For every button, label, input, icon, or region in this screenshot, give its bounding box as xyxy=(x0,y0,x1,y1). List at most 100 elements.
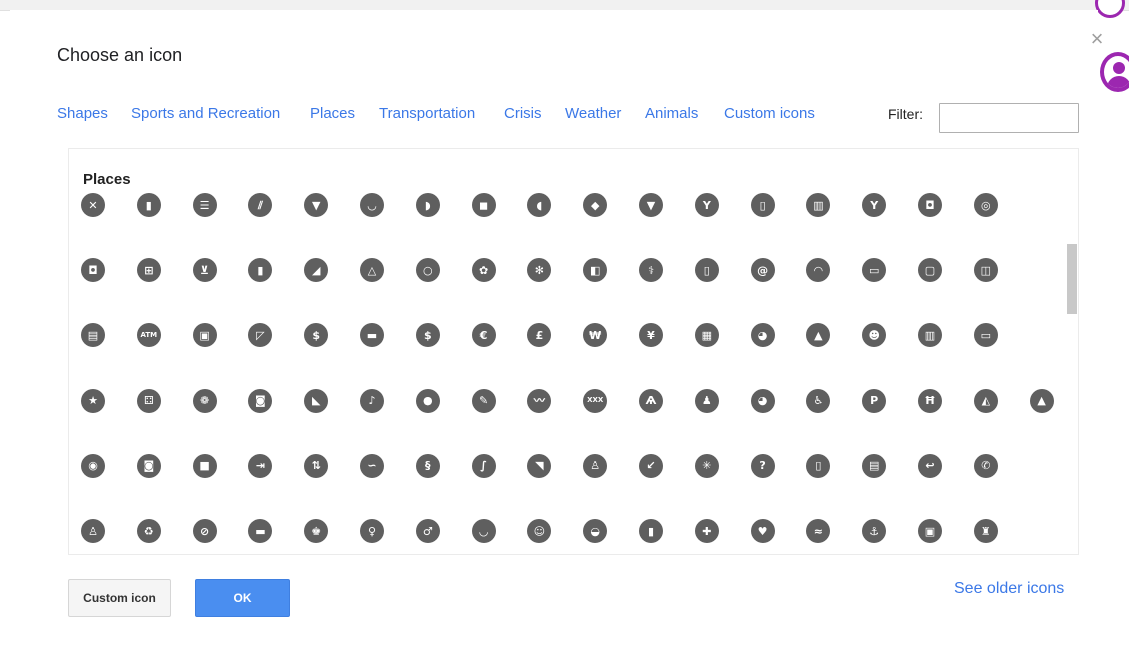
won-icon[interactable]: ₩ xyxy=(583,323,608,348)
tab-crisis[interactable]: Crisis xyxy=(504,105,542,122)
book-icon[interactable]: ◫ xyxy=(973,258,998,283)
user-avatar-icon[interactable] xyxy=(1100,52,1129,92)
parking-icon[interactable]: P xyxy=(862,388,887,413)
statue-icon[interactable]: ♟ xyxy=(694,388,719,413)
flower-icon[interactable]: ✿ xyxy=(471,258,496,283)
calendar-icon[interactable]: ▦ xyxy=(694,323,719,348)
yen-icon[interactable]: ¥ xyxy=(639,323,663,348)
ring-icon[interactable]: ○ xyxy=(415,258,440,283)
elephant-icon[interactable]: ◙ xyxy=(248,388,273,413)
fish-icon[interactable]: ◆ xyxy=(583,193,608,217)
phone-icon[interactable]: ▯ xyxy=(694,258,719,283)
icon-grid-scrollbar[interactable] xyxy=(1067,244,1077,314)
speech-bubble-icon[interactable]: ◕ xyxy=(750,323,775,348)
star-ticket-icon[interactable]: ★ xyxy=(81,388,105,413)
filter-input[interactable] xyxy=(939,103,1079,133)
music-note-icon[interactable]: ♪ xyxy=(360,388,384,413)
monument-icon[interactable]: ♜ xyxy=(973,519,998,543)
binoculars-icon[interactable]: ◉ xyxy=(81,453,105,478)
store-icon[interactable]: ◧ xyxy=(583,258,608,283)
tree-icon[interactable]: ▲ xyxy=(1029,388,1054,413)
hanger-icon[interactable]: △ xyxy=(360,258,384,283)
dice-icon[interactable]: ⚃ xyxy=(136,388,161,413)
piano-icon[interactable]: ◣ xyxy=(304,388,329,413)
ramp-icon[interactable]: ∫ xyxy=(471,453,496,478)
account-avatar-icon[interactable] xyxy=(1095,0,1125,18)
tab-shapes[interactable]: Shapes xyxy=(57,105,108,122)
hiker-icon[interactable]: ♙ xyxy=(583,453,608,478)
telephone-curve-icon[interactable]: ↩ xyxy=(918,453,942,478)
soup-icon[interactable]: ◡ xyxy=(360,193,384,217)
pharmacy-icon[interactable]: ⚕ xyxy=(639,258,663,283)
cart-icon[interactable]: ⊻ xyxy=(192,258,217,283)
cocktail-icon[interactable]: Y xyxy=(694,193,719,217)
pound-icon[interactable]: £ xyxy=(527,323,552,348)
anchor-icon[interactable]: ⚓ xyxy=(862,519,887,543)
cheese-icon[interactable]: ◗ xyxy=(415,193,440,217)
mustache-icon[interactable]: 〰 xyxy=(527,388,552,413)
chart-up-icon[interactable]: ◸ xyxy=(248,323,273,348)
birthday-cake-icon[interactable]: ▲ xyxy=(806,323,831,348)
shoe-icon[interactable]: ◢ xyxy=(304,258,329,283)
arrow-down-left-icon[interactable]: ↙ xyxy=(639,453,663,478)
pizza-icon[interactable]: ▼ xyxy=(304,193,329,217)
eiffel-tower-icon[interactable]: Ѧ xyxy=(639,388,663,413)
telephone-icon[interactable]: ✆ xyxy=(973,453,998,478)
microphone-icon[interactable]: ✎ xyxy=(471,388,496,413)
trash-person-icon[interactable]: ♙ xyxy=(81,519,105,543)
palette-icon[interactable]: ◕ xyxy=(750,388,775,413)
baby-icon[interactable]: ☺ xyxy=(527,519,552,543)
monitor-icon[interactable]: ▢ xyxy=(918,258,942,283)
email-icon[interactable]: @ xyxy=(750,258,775,283)
tab-places[interactable]: Places xyxy=(310,105,355,122)
restroom-icon[interactable]: ♚ xyxy=(304,519,329,543)
drinks-icon[interactable]: ▮ xyxy=(248,258,273,283)
tent-icon[interactable]: ◭ xyxy=(973,388,998,413)
laptop-icon[interactable]: ▭ xyxy=(862,258,887,283)
cash-icon[interactable]: ▣ xyxy=(192,323,217,348)
tab-weather[interactable]: Weather xyxy=(565,105,621,122)
close-icon[interactable]: × xyxy=(1086,28,1108,50)
wheelchair-icon[interactable]: ♿ xyxy=(806,388,831,413)
ice-cream-icon[interactable]: ▼ xyxy=(639,193,663,217)
stroller-icon[interactable]: ◒ xyxy=(583,519,608,543)
bathtub-icon[interactable]: ◡ xyxy=(471,519,496,543)
ticket-icon[interactable]: ▭ xyxy=(973,323,998,348)
chicken-icon[interactable]: ◖ xyxy=(527,193,552,217)
fast-food-icon[interactable]: ▮ xyxy=(136,193,161,217)
xxx-icon[interactable]: XXX xyxy=(583,388,608,413)
first-aid-icon[interactable]: ✚ xyxy=(694,519,719,543)
tab-sports-and-recreation[interactable]: Sports and Recreation xyxy=(131,105,280,122)
euro-icon[interactable]: € xyxy=(471,323,496,348)
camera-icon[interactable]: ◙ xyxy=(136,453,161,478)
steak-icon[interactable]: ◼ xyxy=(471,193,496,217)
smoking-icon[interactable]: ▬ xyxy=(248,519,273,543)
atm-icon[interactable]: ATM xyxy=(136,323,161,348)
shopping-bag-icon[interactable]: ◘ xyxy=(81,258,105,283)
snowflake-icon[interactable]: ✳ xyxy=(694,453,719,478)
coffee-icon[interactable]: ◘ xyxy=(918,193,942,217)
wifi-icon[interactable]: ◠ xyxy=(806,258,831,283)
printer-icon[interactable]: ▤ xyxy=(862,453,887,478)
tablet-icon[interactable]: ▯ xyxy=(806,453,831,478)
burger-icon[interactable]: ☰ xyxy=(192,193,217,217)
newspaper-icon[interactable]: ▤ xyxy=(81,323,105,348)
stairs-icon[interactable]: ◥ xyxy=(527,453,552,478)
bread-icon[interactable]: ⫽ xyxy=(248,193,273,217)
bill-icon[interactable]: ▬ xyxy=(360,323,384,348)
login-icon[interactable]: ⇥ xyxy=(248,453,273,478)
info-person-icon[interactable]: ? xyxy=(750,453,775,478)
fire-extinguisher-icon[interactable]: ▮ xyxy=(639,519,663,543)
dollar-exchange-icon[interactable]: $ xyxy=(304,323,329,348)
elevator-icon[interactable]: ⇅ xyxy=(304,453,329,478)
man-icon[interactable]: ♂ xyxy=(415,519,440,543)
flower-emblem-icon[interactable]: ❁ xyxy=(192,388,217,413)
bagel-icon[interactable]: ◎ xyxy=(973,193,998,217)
train-icon[interactable]: ▣ xyxy=(918,519,942,543)
ok-button[interactable]: OK xyxy=(195,579,290,617)
no-smoking-icon[interactable]: ⊘ xyxy=(192,519,217,543)
tab-transportation[interactable]: Transportation xyxy=(379,105,475,122)
restaurant-icon[interactable]: ✕ xyxy=(81,193,105,217)
swirl-icon[interactable]: § xyxy=(415,453,440,478)
wine-icon[interactable]: Y xyxy=(862,193,887,217)
